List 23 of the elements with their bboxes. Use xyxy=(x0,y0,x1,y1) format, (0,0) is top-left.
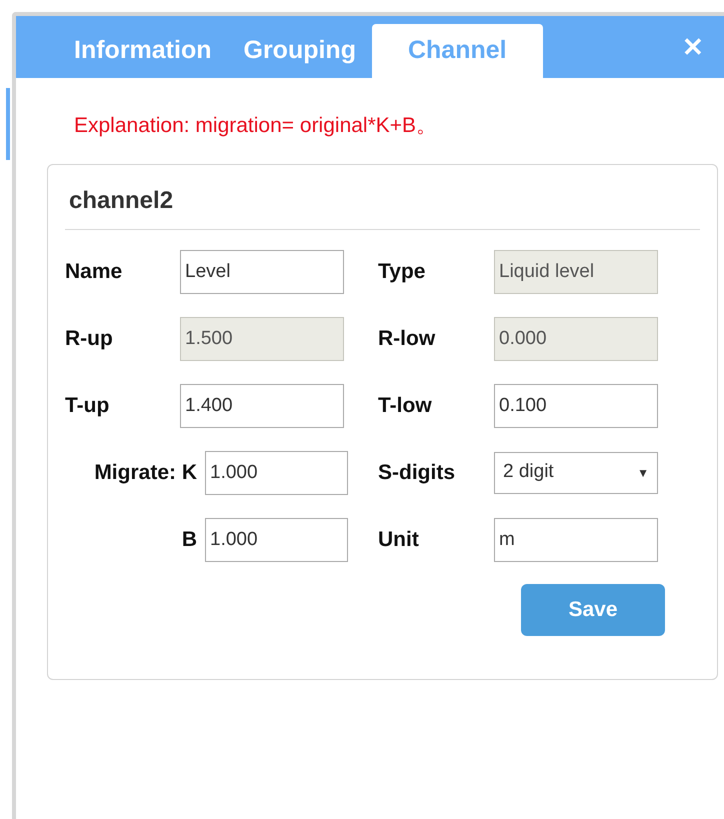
field-label: S-digits xyxy=(378,460,455,486)
field-label: R-up xyxy=(65,326,113,352)
field-label: B xyxy=(182,526,197,553)
readonly-field[interactable]: 0.000 xyxy=(494,316,658,360)
input-field[interactable]: m xyxy=(494,518,658,562)
readonly-field[interactable]: 1.500 xyxy=(180,316,344,360)
field-label: Migrate: K xyxy=(94,460,197,486)
field-label: Unit xyxy=(378,526,419,553)
field-label: Type xyxy=(378,258,426,285)
field-label: T-up xyxy=(65,392,110,419)
field-label: T-low xyxy=(378,392,432,419)
field-label: R-low xyxy=(378,326,436,352)
input-field[interactable]: 1.000 xyxy=(205,450,348,494)
readonly-field[interactable]: Liquid level xyxy=(494,250,658,294)
select-field[interactable]: 2 digit ▼ xyxy=(494,452,658,494)
field-label: Name xyxy=(65,258,122,285)
explanation-text: Explanation: migration= original*K+B。 xyxy=(73,113,438,139)
input-field[interactable]: 1.000 xyxy=(205,518,348,562)
side-marker xyxy=(6,88,10,160)
input-field[interactable]: 0.100 xyxy=(494,384,658,428)
input-field[interactable]: Level xyxy=(180,250,344,294)
input-field[interactable]: 1.400 xyxy=(180,384,344,428)
card-title: channel2 xyxy=(65,164,700,230)
